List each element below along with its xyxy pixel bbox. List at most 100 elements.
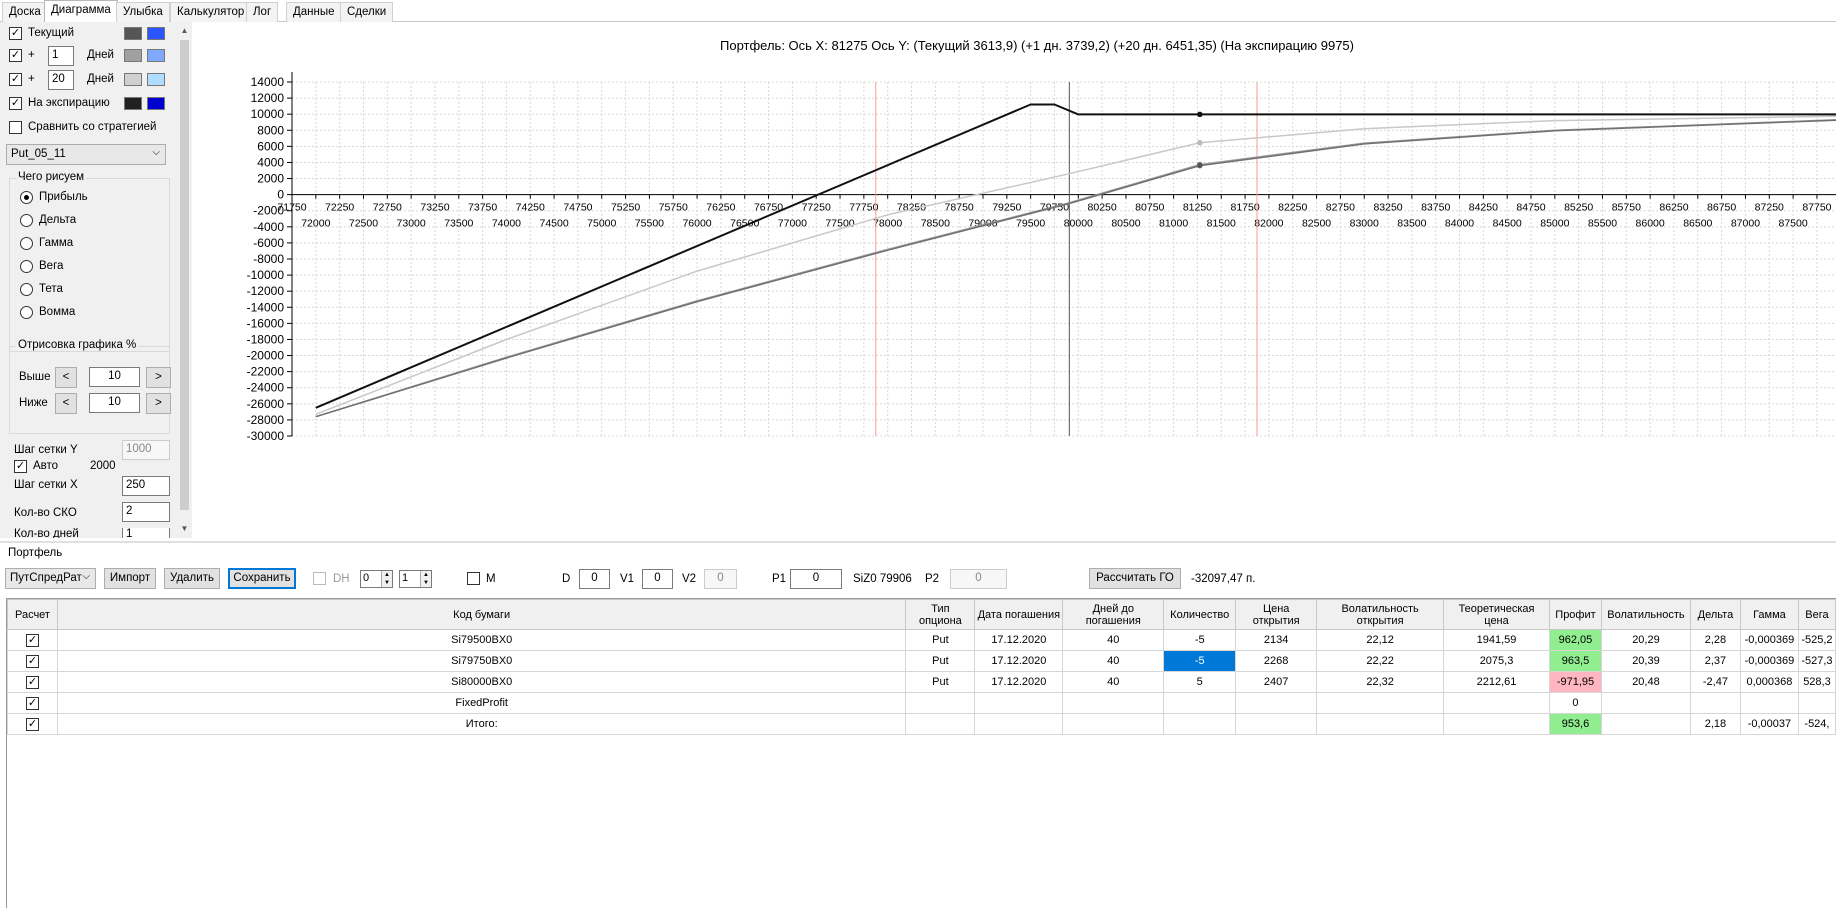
current-color-2[interactable] xyxy=(147,27,165,40)
col-header-expiry[interactable]: Дата погашения xyxy=(974,599,1064,630)
table-cell[interactable] xyxy=(1235,692,1318,714)
below-increase-button[interactable]: > xyxy=(146,393,171,414)
table-cell[interactable]: 22,12 xyxy=(1316,629,1445,651)
table-cell[interactable]: -0,00037 xyxy=(1739,713,1799,735)
table-cell[interactable] xyxy=(1739,692,1799,714)
d-input[interactable]: 0 xyxy=(579,569,610,589)
table-cell[interactable]: -5 xyxy=(1163,629,1237,651)
spin1-input[interactable]: 0 ▲ ▼ xyxy=(360,570,393,588)
table-cell[interactable]: -0,000369 xyxy=(1739,650,1799,672)
table-cell[interactable]: 2,28 xyxy=(1689,629,1741,651)
table-cell[interactable]: -971,95 xyxy=(1548,671,1602,693)
tab-log[interactable]: Лог xyxy=(246,2,279,22)
col-header-days[interactable]: Дней до погашения xyxy=(1062,599,1165,630)
col-header-code[interactable]: Код бумаги xyxy=(56,599,907,630)
col-header-vega[interactable]: Вега xyxy=(1797,599,1836,630)
left-scrollbar[interactable]: ▲ ▼ xyxy=(178,24,191,538)
expiry-color-1[interactable] xyxy=(124,97,142,110)
grid-y-input[interactable]: 1000 xyxy=(122,440,170,460)
table-cell[interactable] xyxy=(974,692,1064,714)
day1-checkbox[interactable]: ✓ xyxy=(9,49,22,62)
table-row[interactable]: ✓ Si80000BX0 Put 17.12.2020 40 5 2407 22,32 2212… xyxy=(7,671,1836,693)
table-cell[interactable]: Put xyxy=(905,671,976,693)
table-cell[interactable] xyxy=(1443,713,1550,735)
checkbox[interactable]: ✓ xyxy=(25,654,39,668)
day20-checkbox[interactable]: ✓ xyxy=(9,73,22,86)
table-cell[interactable]: -524, xyxy=(1797,713,1836,735)
table-cell[interactable]: 17.12.2020 xyxy=(974,650,1064,672)
table-cell[interactable]: 40 xyxy=(1062,671,1165,693)
m-checkbox[interactable] xyxy=(467,572,480,585)
compare-checkbox[interactable] xyxy=(9,121,22,134)
current-color-1[interactable] xyxy=(124,27,142,40)
table-cell[interactable]: Si80000BX0 xyxy=(56,671,907,693)
above-decrease-button[interactable]: < xyxy=(55,367,77,388)
v1-input[interactable]: 0 xyxy=(642,569,673,589)
table-cell[interactable]: 5 xyxy=(1163,671,1237,693)
table-row[interactable]: ✓ Si79500BX0 Put 17.12.2020 40 -5 2134 22,12 194… xyxy=(7,629,1836,651)
day20-color-1[interactable] xyxy=(124,73,142,86)
p2-input[interactable]: 0 xyxy=(950,569,1007,589)
col-header-open-vol[interactable]: Волатильность открытия xyxy=(1316,599,1445,630)
table-cell[interactable]: 40 xyxy=(1062,629,1165,651)
radio-vomma[interactable] xyxy=(20,306,33,319)
table-cell[interactable]: 2212,61 xyxy=(1443,671,1550,693)
table-cell[interactable]: Итого: xyxy=(56,713,907,735)
expiry-checkbox[interactable]: ✓ xyxy=(9,97,22,110)
strategy-select[interactable]: Put_05_11 ⌵ xyxy=(6,144,166,165)
table-cell[interactable]: -0,000369 xyxy=(1739,629,1799,651)
day20-color-2[interactable] xyxy=(147,73,165,86)
tab-doska[interactable]: Доска xyxy=(2,2,48,22)
table-cell[interactable]: 0,000368 xyxy=(1739,671,1799,693)
current-checkbox[interactable]: ✓ xyxy=(9,27,22,40)
table-cell[interactable]: 22,22 xyxy=(1316,650,1445,672)
table-cell[interactable]: -525,2 xyxy=(1797,629,1836,651)
table-cell[interactable]: 2407 xyxy=(1235,671,1318,693)
below-decrease-button[interactable]: < xyxy=(55,393,77,414)
radio-theta[interactable] xyxy=(20,283,33,296)
table-cell[interactable] xyxy=(1163,692,1237,714)
checkbox[interactable]: ✓ xyxy=(25,675,39,689)
col-header-theor-price[interactable]: Теоретическая цена xyxy=(1443,599,1550,630)
table-cell[interactable]: Put xyxy=(905,650,976,672)
table-cell[interactable]: 20,29 xyxy=(1600,629,1691,651)
table-cell[interactable] xyxy=(905,692,976,714)
radio-vega[interactable] xyxy=(20,260,33,273)
scroll-down-icon[interactable]: ▼ xyxy=(180,524,189,536)
table-cell[interactable]: -2,47 xyxy=(1689,671,1741,693)
sko-input[interactable]: 2 xyxy=(122,502,170,522)
scroll-up-icon[interactable]: ▲ xyxy=(180,26,189,38)
table-cell[interactable]: 2075,3 xyxy=(1443,650,1550,672)
table-cell[interactable]: 20,48 xyxy=(1600,671,1691,693)
table-cell[interactable] xyxy=(1600,713,1691,735)
table-cell[interactable] xyxy=(905,713,976,735)
col-header-delta[interactable]: Дельта xyxy=(1689,599,1741,630)
day1-color-2[interactable] xyxy=(147,49,165,62)
table-cell[interactable]: Put xyxy=(905,629,976,651)
table-cell[interactable]: 17.12.2020 xyxy=(974,629,1064,651)
scroll-thumb[interactable] xyxy=(180,40,189,510)
checkbox[interactable]: ✓ xyxy=(25,717,39,731)
import-button[interactable]: Импорт xyxy=(104,568,156,589)
table-cell[interactable]: Si79750BX0 xyxy=(56,650,907,672)
table-cell[interactable] xyxy=(1235,713,1318,735)
row-calc-checkbox[interactable]: ✓ xyxy=(7,713,58,735)
tab-smile[interactable]: Улыбка xyxy=(116,2,170,22)
row-calc-checkbox[interactable]: ✓ xyxy=(7,650,58,672)
table-cell[interactable] xyxy=(1163,713,1237,735)
radio-profit[interactable] xyxy=(20,191,33,204)
table-cell[interactable]: 0 xyxy=(1548,692,1602,714)
calc-go-button[interactable]: Рассчитать ГО xyxy=(1089,568,1181,589)
table-cell[interactable]: FixedProfit xyxy=(56,692,907,714)
col-header-open-price[interactable]: Цена открытия xyxy=(1235,599,1318,630)
delete-button[interactable]: Удалить xyxy=(164,568,220,589)
table-cell[interactable]: 528,3 xyxy=(1797,671,1836,693)
table-cell[interactable]: 40 xyxy=(1062,650,1165,672)
row-calc-checkbox[interactable]: ✓ xyxy=(7,671,58,693)
table-cell[interactable] xyxy=(974,713,1064,735)
table-row[interactable]: ✓ Si79750BX0 Put 17.12.2020 40 -5 2268 22,22 207… xyxy=(7,650,1836,672)
save-button[interactable]: Сохранить xyxy=(228,568,296,589)
table-row[interactable]: ✓ Итого: 953,6 2,18 -0,00037 -524, xyxy=(7,713,1836,735)
day20-input[interactable]: 20 xyxy=(48,70,74,90)
table-cell[interactable]: 2268 xyxy=(1235,650,1318,672)
